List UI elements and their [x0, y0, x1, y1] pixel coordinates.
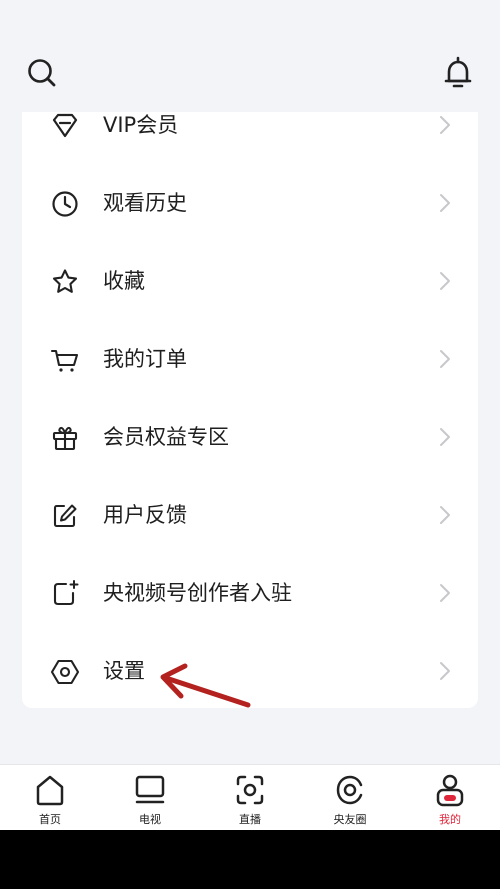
- hexagon-settings-icon: [50, 659, 80, 685]
- menu-item-feedback[interactable]: 用户反馈: [22, 476, 478, 554]
- menu-item-orders[interactable]: 我的订单: [22, 320, 478, 398]
- tab-community[interactable]: 央友圈: [300, 765, 400, 830]
- menu-item-creator-signup[interactable]: 央视频号创作者入驻: [22, 554, 478, 632]
- home-icon: [36, 775, 64, 806]
- tab-profile[interactable]: 我的: [400, 765, 500, 830]
- chevron-right-icon: [440, 506, 450, 524]
- bell-icon[interactable]: [440, 55, 476, 91]
- tab-label-home: 首页: [39, 813, 61, 826]
- community-icon: [336, 775, 363, 805]
- menu-label-favorites: 收藏: [103, 269, 145, 293]
- profile-icon: [436, 774, 464, 807]
- system-navigation-bar: [0, 830, 500, 889]
- red-arrow-annotation: [160, 663, 251, 708]
- chevron-right-icon: [440, 584, 450, 602]
- menu-label-vip: VIP会员: [103, 113, 179, 137]
- profile-screen: VIP会员 观看历史 收藏 我的订单 会员权益专区 用户反馈 央视频号创作者入驻…: [0, 0, 500, 830]
- cart-icon: [50, 349, 79, 372]
- top-header: [0, 0, 500, 112]
- tv-icon: [135, 775, 165, 804]
- menu-label-orders: 我的订单: [103, 347, 187, 371]
- menu-item-member-benefits[interactable]: 会员权益专区: [22, 398, 478, 476]
- live-icon: [236, 775, 264, 805]
- edit-icon: [53, 504, 77, 528]
- chevron-right-icon: [440, 662, 450, 680]
- tab-home[interactable]: 首页: [0, 765, 100, 830]
- diamond-icon: [52, 113, 78, 138]
- chevron-right-icon: [440, 272, 450, 290]
- tab-tv[interactable]: 电视: [100, 765, 200, 830]
- tab-label-community: 央友圈: [333, 813, 367, 826]
- tab-live[interactable]: 直播: [200, 765, 300, 830]
- search-icon[interactable]: [24, 55, 60, 91]
- menu-label-watch-history: 观看历史: [103, 191, 187, 215]
- menu-card: VIP会员 观看历史 收藏 我的订单 会员权益专区 用户反馈 央视频号创作者入驻…: [22, 86, 478, 708]
- bottom-tab-bar: 首页 电视 直播 央友圈 我的: [0, 764, 500, 830]
- tab-label-profile: 我的: [439, 813, 461, 826]
- gift-icon: [52, 426, 78, 451]
- menu-label-creator-signup: 央视频号创作者入驻: [103, 581, 292, 605]
- star-icon: [52, 269, 78, 293]
- chevron-right-icon: [440, 194, 450, 212]
- chevron-right-icon: [440, 350, 450, 368]
- menu-label-member-benefits: 会员权益专区: [103, 425, 229, 449]
- chevron-right-icon: [440, 428, 450, 446]
- tab-label-live: 直播: [239, 813, 261, 826]
- menu-item-favorites[interactable]: 收藏: [22, 242, 478, 320]
- chevron-right-icon: [440, 116, 450, 134]
- menu-label-settings: 设置: [103, 659, 145, 683]
- tab-label-tv: 电视: [139, 813, 161, 826]
- menu-item-watch-history[interactable]: 观看历史: [22, 164, 478, 242]
- menu-label-feedback: 用户反馈: [103, 503, 187, 527]
- clock-icon: [52, 191, 78, 217]
- creator-icon: [53, 580, 79, 606]
